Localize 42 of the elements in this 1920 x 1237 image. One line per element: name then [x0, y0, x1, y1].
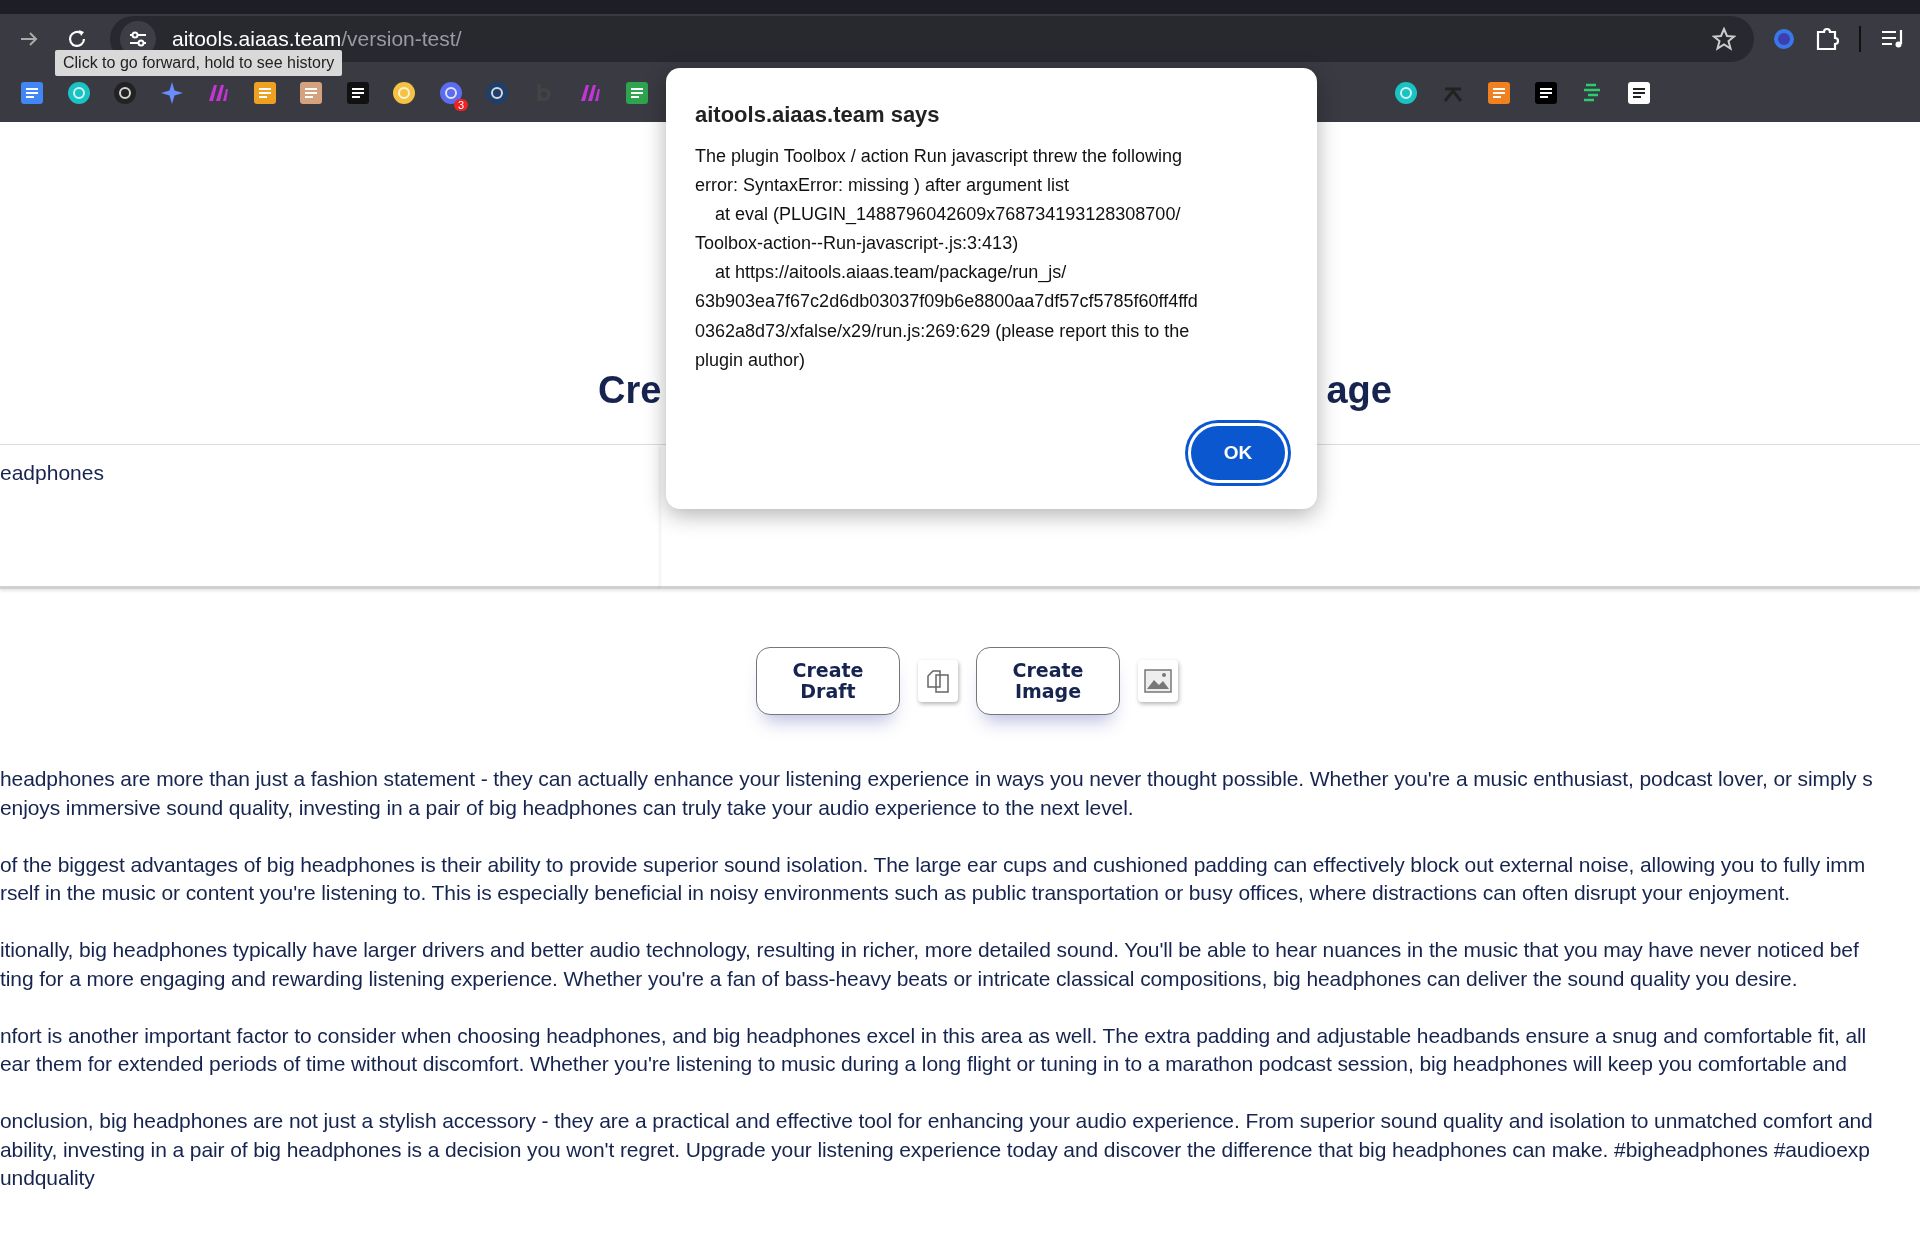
bookmark-icon[interactable] [345, 80, 370, 105]
article-text: onclusion, big headphones are not just a stylish accessory - they are a practical and effective tool for enhancing your audio experience. From superior sound quality and isolation to unmatched comfort and [0, 1108, 1874, 1134]
star-icon[interactable] [1712, 26, 1736, 51]
extension-icon[interactable] [1772, 26, 1796, 51]
prompt-field[interactable]: eadphones [0, 444, 660, 589]
bookmark-icon[interactable] [1487, 80, 1512, 105]
bookmark-icon[interactable] [1394, 80, 1419, 105]
image-icon [1144, 669, 1172, 693]
article-text: ear them for extended periods of time without discomfort. Whether you're listening to music during a long flight or tuning in to a marathon podcast session, big headphones will keep you comfortable and [0, 1051, 1848, 1077]
article-text: itionally, big headphones typically have larger drivers and better audio technology, resulting in richer, more detailed sound. You'll be able to hear nuances in the music that you may have never noticed bef [0, 937, 1860, 963]
bookmark-icon[interactable] [485, 80, 510, 105]
error-message: The plugin Toolbox / action Run javascript threw the following error: SyntaxError: missing ) after argument list at eval (PLUGIN_1488796042609x768734193128308700/ Toolbox-action--Run-javascript-.js:3:413) at https://aitools.aiaas.team/package/run_js/ 63b903ea7f67c2d6db03037f09b6e8800aa7df57cf5785f60ff4ffd 0362a8d73/xfalse/x29/run.js:269:629 (please report this to the plugin author) [695, 145, 1199, 372]
image-button[interactable] [1138, 660, 1178, 702]
article-text: of the biggest advantages of big headphones is their ability to provide superior sound isolation. The large ear cups and cushioned padding can effectively block out external noise, allowing you to fully imm [0, 851, 1867, 878]
divider-icon [1858, 25, 1862, 52]
bookmark-icon[interactable] [392, 80, 417, 105]
create-button[interactable]: Create Image [976, 647, 1120, 715]
article-text: ting for a more engaging and rewarding listening experience. Whether you're a fan of bass-heavy beats or intricate classical compositions, big headphones can deliver the sound quality you desire. [0, 965, 1799, 992]
page-heading: age [1326, 368, 1392, 413]
page-heading: Cre [598, 368, 662, 413]
copy-button[interactable] [918, 660, 958, 702]
bookmark-icon[interactable] [252, 80, 277, 105]
bookmark-icon[interactable] [1533, 80, 1558, 105]
bookmark-icon[interactable] [20, 80, 45, 105]
article-text: nfort is another important factor to consider when choosing headphones, and big headphones excel in this area as well. The extra padding and adjustable headbands ensure a snug and comfortable fit, all [0, 1022, 1868, 1049]
puzzle-icon[interactable] [1814, 25, 1840, 52]
article-text: undquality [0, 1165, 96, 1191]
bookmark-icon[interactable] [1626, 80, 1651, 105]
copy-icon [925, 668, 951, 694]
dialog-title: aitools.aiaas.team says [695, 102, 941, 128]
bookmark-icon[interactable] [624, 80, 649, 105]
ok-button[interactable]: OK [1188, 423, 1288, 483]
tooltip: Click to go forward, hold to see history [55, 50, 343, 76]
reload-icon[interactable] [66, 27, 88, 50]
article-text: headphones are more than just a fashion statement - they can actually enhance your listening experience in ways you never thought possible. Whether you're a music enthusiast, podcast lover, or simply s [0, 766, 1874, 792]
create-button[interactable]: Create Draft [756, 647, 900, 715]
bookmark-icon[interactable] [66, 80, 91, 105]
article-text: enjoys immersive sound quality, investing in a pair of big headphones can truly take your audio experience to the next level. [0, 794, 1135, 821]
bookmark-icon[interactable] [299, 80, 324, 105]
bookmark-icon[interactable] [113, 80, 138, 105]
article-text: rself in the music or content you're listening to. This is especially beneficial in noisy environments such as public transportation or busy offices, where distractions can often disrupt your enjoyment. [0, 880, 1791, 906]
article-text: ability, investing in a pair of big headphones is a decision you won't regret. Upgrade your listening experience today and discover the difference that big headphones can make. #bigheadphones #audioexp [0, 1136, 1871, 1163]
